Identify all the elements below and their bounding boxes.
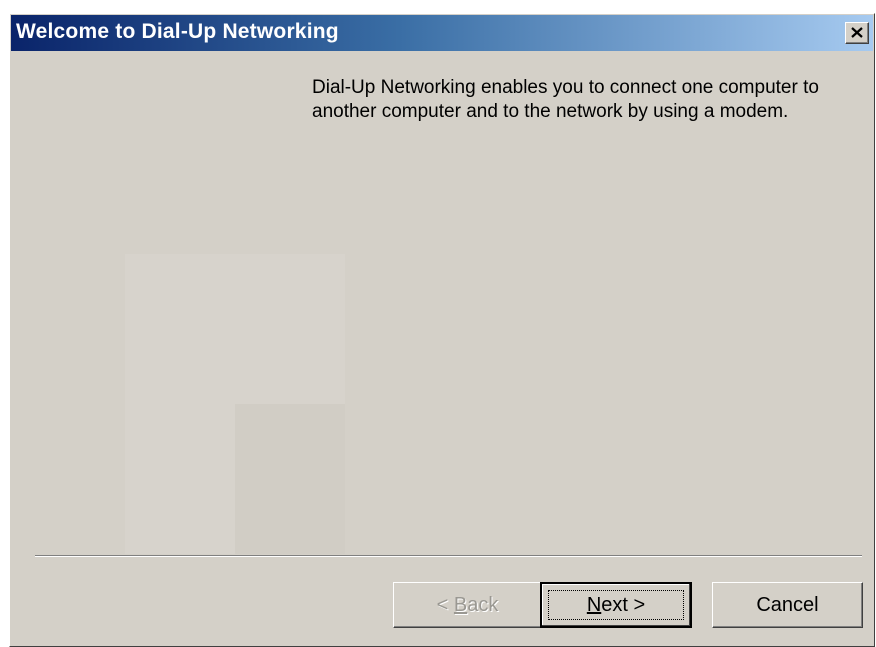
back-button[interactable]: < Back — [393, 582, 542, 628]
wizard-watermark-icon — [125, 254, 345, 554]
next-button[interactable]: Next > — [540, 582, 692, 628]
cancel-button[interactable]: Cancel — [712, 582, 863, 628]
close-icon — [851, 27, 863, 38]
intro-text: Dial-Up Networking enables you to connec… — [312, 77, 819, 122]
window-title: Welcome to Dial-Up Networking — [16, 20, 339, 43]
focus-ring — [548, 590, 684, 620]
close-button[interactable] — [845, 22, 869, 44]
back-button-rest: ack — [467, 593, 499, 616]
title-bar[interactable]: Welcome to Dial-Up Networking — [11, 15, 873, 51]
button-separator — [35, 555, 862, 557]
back-button-mnemonic: B — [453, 593, 468, 616]
back-button-prefix: < — [436, 593, 454, 616]
wizard-window: Welcome to Dial-Up Networking Dial-Up Ne… — [9, 13, 875, 647]
